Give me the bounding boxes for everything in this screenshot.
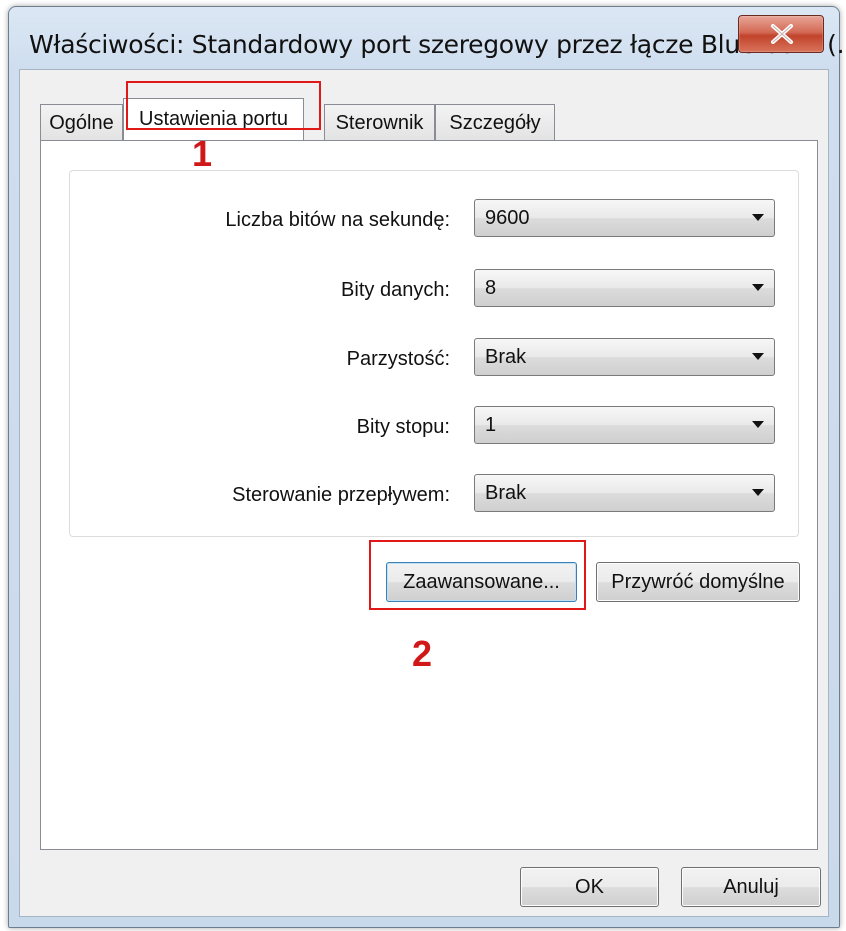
parity-value: Brak	[485, 346, 527, 368]
stop-bits-label: Bity stopu:	[356, 416, 450, 438]
port-settings-group: Liczba bitów na sekundę: 9600 Bity danyc…	[69, 170, 799, 537]
close-button[interactable]	[738, 15, 824, 53]
annotation-number-1: 1	[192, 133, 213, 174]
window-title: Właściwości: Standardowy port szeregowy …	[29, 30, 846, 59]
tab-general[interactable]: Ogólne	[40, 104, 123, 140]
tab-panel-port-settings: Liczba bitów na sekundę: 9600 Bity danyc…	[40, 140, 818, 850]
parity-dropdown[interactable]: Brak	[474, 338, 775, 376]
annotation-box-1	[126, 81, 321, 130]
data-bits-value: 8	[485, 277, 497, 299]
tab-details[interactable]: Szczegóły	[435, 104, 555, 140]
data-bits-dropdown[interactable]: 8	[474, 269, 775, 307]
annotation-box-2	[369, 540, 586, 610]
close-icon	[771, 24, 793, 44]
data-bits-label: Bity danych:	[341, 279, 450, 301]
title-bar[interactable]: Właściwości: Standardowy port szeregowy …	[9, 7, 846, 71]
ok-button[interactable]: OK	[520, 867, 659, 907]
stop-bits-dropdown[interactable]: 1	[474, 406, 775, 444]
properties-dialog: Właściwości: Standardowy port szeregowy …	[8, 6, 846, 928]
cancel-button[interactable]: Anuluj	[681, 867, 821, 907]
flow-control-label: Sterowanie przepływem:	[232, 484, 450, 506]
chevron-down-icon	[752, 489, 764, 496]
chevron-down-icon	[752, 353, 764, 360]
flow-control-value: Brak	[485, 482, 527, 504]
chevron-down-icon	[752, 284, 764, 291]
baud-rate-dropdown[interactable]: 9600	[474, 199, 775, 237]
chevron-down-icon	[752, 421, 764, 428]
restore-defaults-button[interactable]: Przywróć domyślne	[596, 562, 800, 602]
baud-rate-value: 9600	[485, 207, 530, 229]
baud-rate-label: Liczba bitów na sekundę:	[225, 209, 450, 231]
chevron-down-icon	[752, 214, 764, 221]
annotation-number-2: 2	[412, 633, 433, 674]
dialog-client-area: Ogólne Ustawienia portu Sterownik Szczeg…	[19, 69, 829, 917]
parity-label: Parzystość:	[346, 348, 450, 370]
flow-control-dropdown[interactable]: Brak	[474, 474, 775, 512]
stop-bits-value: 1	[485, 414, 497, 436]
tab-driver[interactable]: Sterownik	[324, 104, 435, 140]
